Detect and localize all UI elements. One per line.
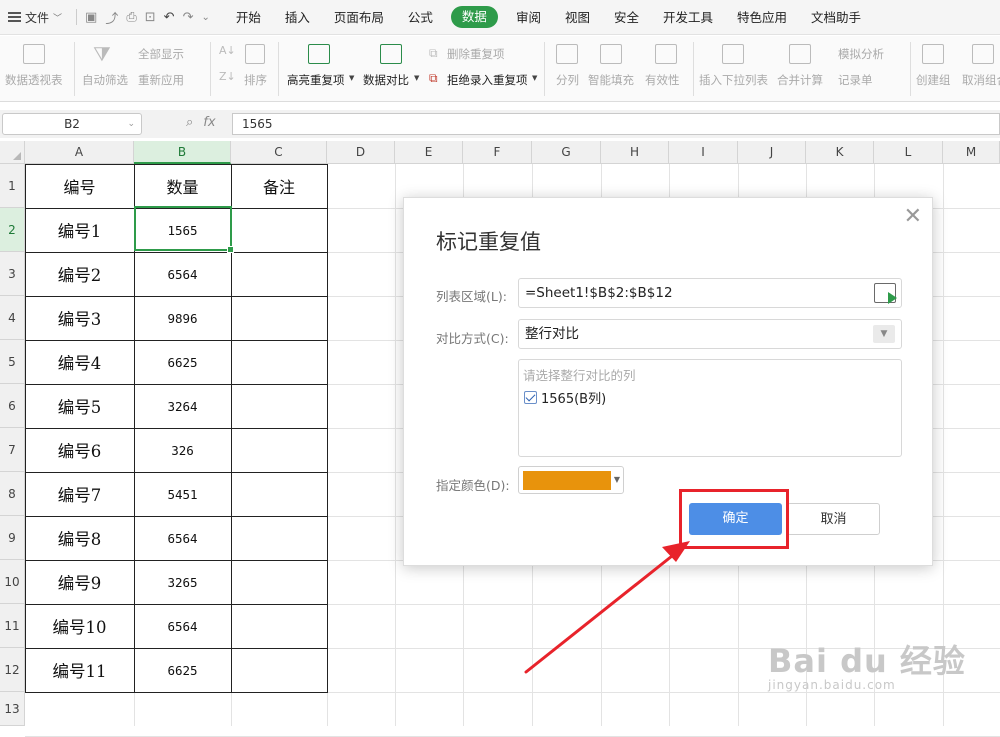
baidu-watermark: Bai du 经验 jingyan.baidu.com: [768, 636, 966, 692]
watermark-logo: Bai du 经验: [768, 642, 966, 680]
annotation-arrow-icon: [524, 541, 690, 674]
